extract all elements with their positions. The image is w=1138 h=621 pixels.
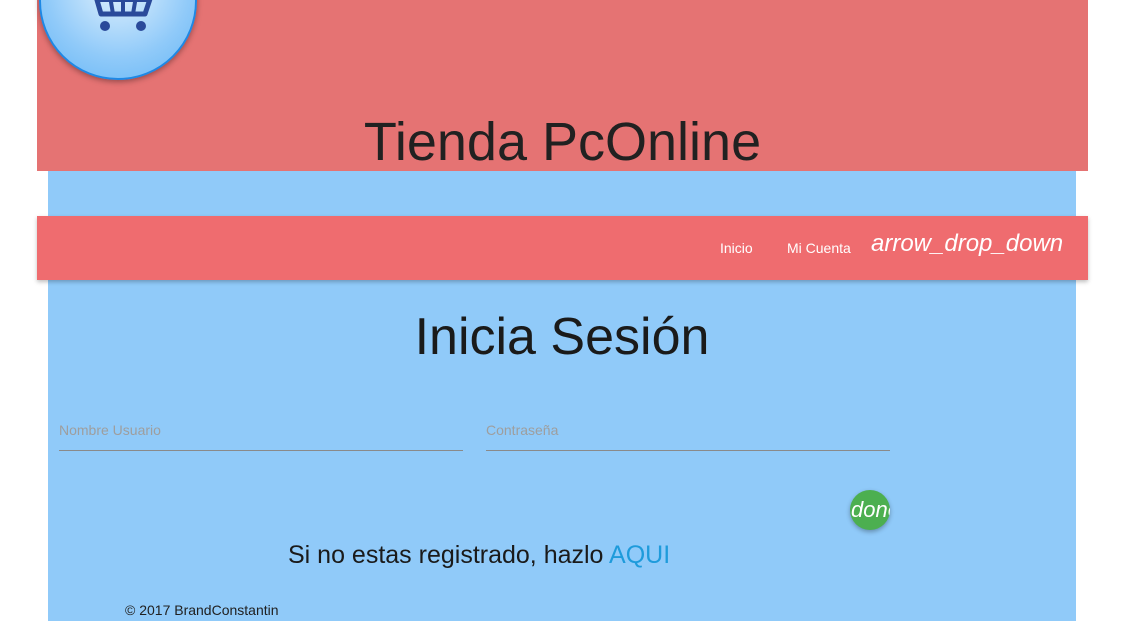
- logo[interactable]: [39, 0, 197, 80]
- arrow-drop-down-icon[interactable]: arrow_drop_down: [871, 216, 1063, 272]
- register-link[interactable]: AQUI: [609, 541, 670, 569]
- shopping-cart-icon: [94, 0, 153, 31]
- register-prompt: Si no estas registrado, hazlo AQUI: [288, 537, 670, 573]
- done-icon: done: [851, 497, 890, 522]
- nav-item-mi-cuenta[interactable]: Mi Cuenta: [787, 216, 851, 280]
- footer-copyright: © 2017 BrandConstantin: [125, 602, 279, 618]
- site-header: Tienda PcOnline: [37, 0, 1088, 172]
- password-input[interactable]: [486, 410, 890, 451]
- nav-item-inicio[interactable]: Inicio: [720, 216, 753, 280]
- page: Tienda PcOnline Inicio Mi Cuenta arrow_d…: [0, 0, 1138, 621]
- navbar: Inicio Mi Cuenta arrow_drop_down: [37, 216, 1088, 280]
- page-title: Inicia Sesión: [414, 308, 710, 366]
- register-text: Si no estas registrado, hazlo: [288, 541, 610, 569]
- submit-button[interactable]: done: [850, 490, 890, 530]
- username-input[interactable]: [59, 410, 463, 451]
- site-title: Tienda PcOnline: [363, 112, 762, 172]
